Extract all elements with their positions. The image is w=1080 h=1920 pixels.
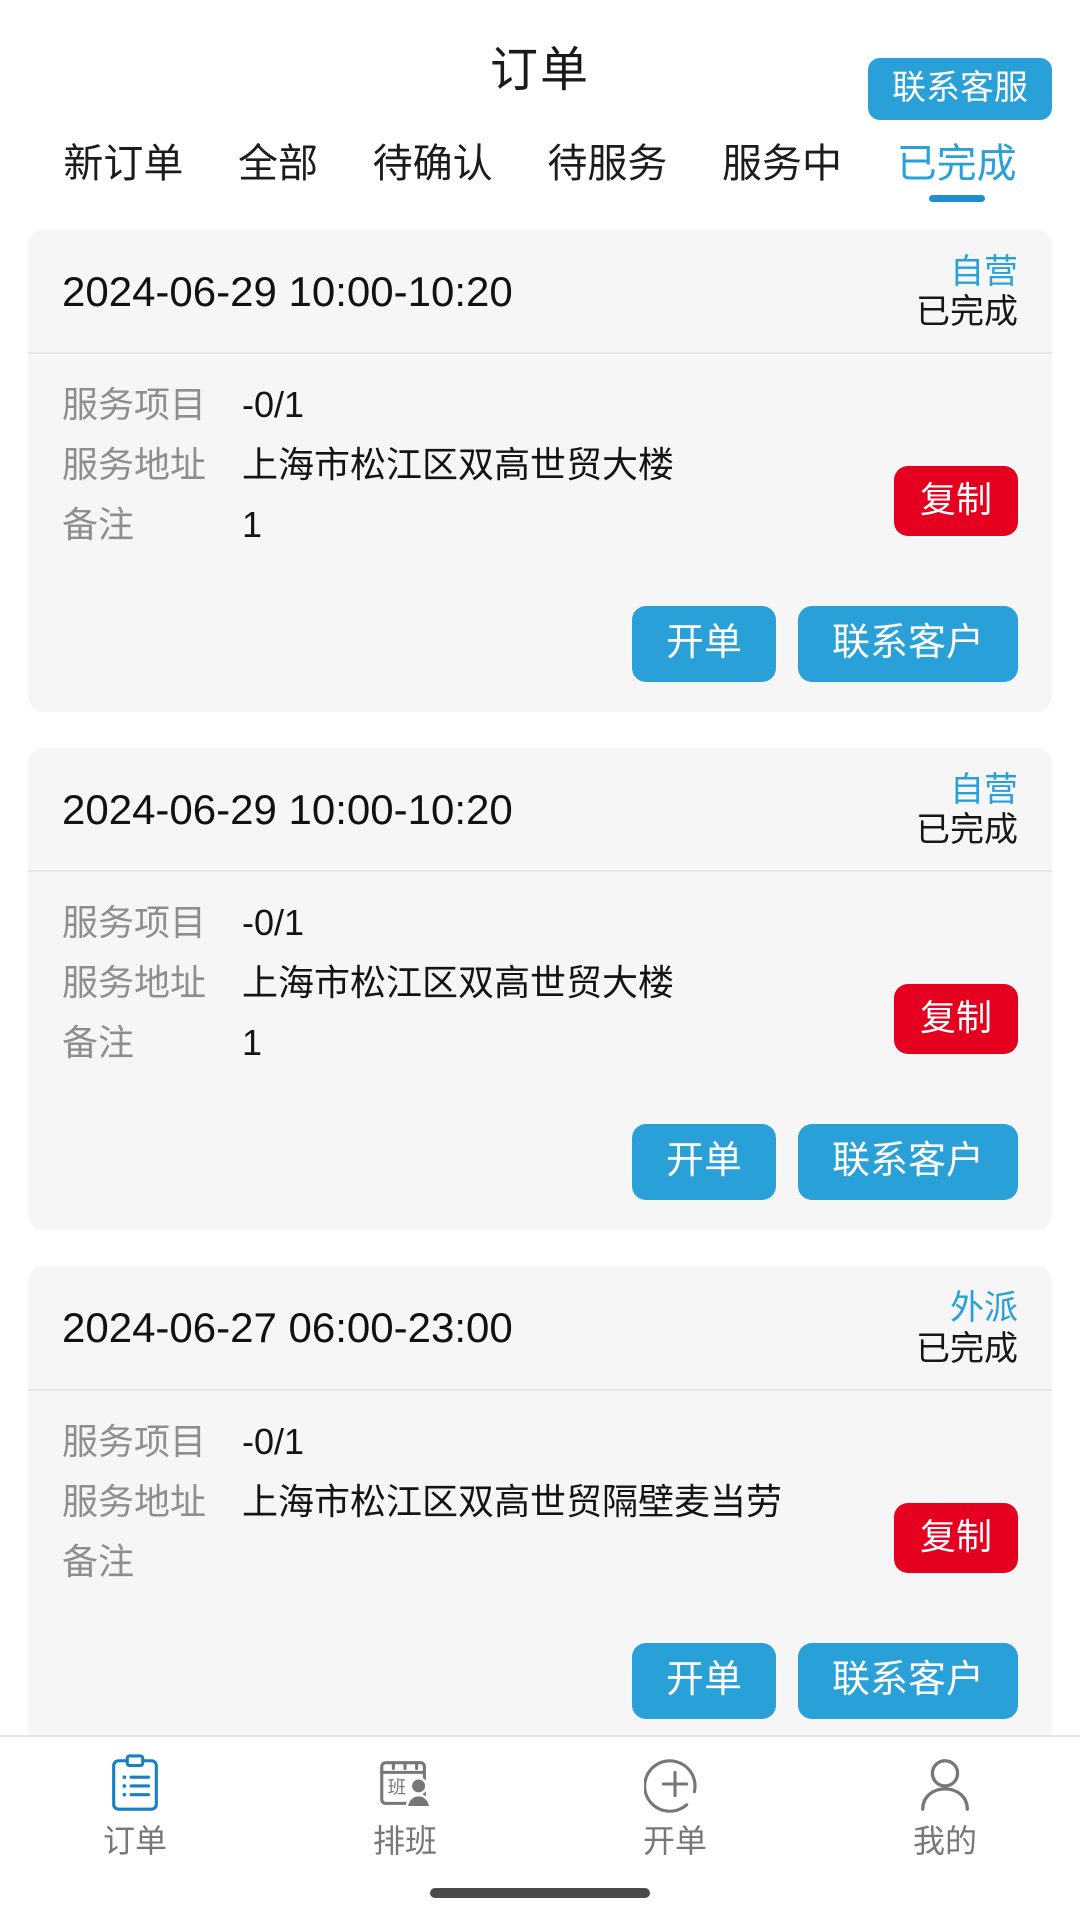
service-item-value: -0/1	[242, 384, 305, 426]
remark-label: 备注	[62, 1540, 135, 1582]
order-status-tabs: 新订单 全部 待确认 待服务 服务中 已完成	[0, 132, 1080, 230]
nav-item-2[interactable]: 开单	[540, 1753, 810, 1857]
remark-row: 备注 1	[62, 500, 1018, 550]
tab-4[interactable]: 服务中	[695, 132, 870, 184]
service-item-value: -0/1	[242, 1420, 305, 1462]
order-status-badge: 已完成	[916, 811, 1018, 850]
nav-item-label: 我的	[912, 1823, 977, 1859]
service-item-value: -0/1	[242, 902, 305, 944]
copy-address-button[interactable]: 复制	[893, 466, 1018, 537]
order-card-actions: 开单 联系客户	[28, 1100, 1052, 1230]
service-address-label: 服务地址	[62, 1480, 207, 1522]
contact-customer-button[interactable]: 联系客户	[797, 606, 1018, 683]
contact-service-button[interactable]: 联系客服	[868, 58, 1052, 120]
order-card-header: 2024-06-29 10:00-10:20 自营 已完成	[28, 230, 1052, 355]
tab-3[interactable]: 待服务	[520, 132, 695, 184]
order-status-badge: 已完成	[916, 1329, 1018, 1368]
tab-5[interactable]: 已完成	[869, 132, 1044, 184]
person-icon	[914, 1753, 976, 1815]
home-indicator	[430, 1888, 650, 1898]
order-meta: 自营 已完成	[916, 252, 1018, 332]
order-card[interactable]: 2024-06-29 10:00-10:20 自营 已完成 服务项目 -0/1 …	[28, 748, 1052, 1231]
order-card-body: 服务项目 -0/1 服务地址 上海市松江区双高世贸隔壁麦当劳 备注 复制	[28, 1391, 1052, 1619]
copy-address-button[interactable]: 复制	[893, 984, 1018, 1055]
contact-customer-button[interactable]: 联系客户	[797, 1642, 1018, 1719]
nav-item-label: 订单	[102, 1823, 167, 1859]
plus-circle-icon	[644, 1753, 706, 1815]
remark-label: 备注	[62, 504, 135, 546]
clipboard-list-icon	[104, 1753, 166, 1815]
service-address-row: 服务地址 上海市松江区双高世贸大楼	[62, 440, 1018, 490]
svg-text:班: 班	[388, 1777, 406, 1798]
nav-item-0[interactable]: 订单	[0, 1753, 270, 1857]
page-title: 订单	[489, 44, 590, 97]
nav-item-label: 排班	[372, 1823, 437, 1859]
remark-label: 备注	[62, 1022, 135, 1064]
tab-2[interactable]: 待确认	[345, 132, 520, 184]
service-item-label: 服务项目	[62, 384, 207, 426]
nav-item-3[interactable]: 我的	[810, 1753, 1080, 1857]
copy-address-button[interactable]: 复制	[893, 1502, 1018, 1573]
service-address-row: 服务地址 上海市松江区双高世贸大楼	[62, 958, 1018, 1008]
service-item-row: 服务项目 -0/1	[62, 898, 1018, 948]
service-item-label: 服务项目	[62, 1420, 207, 1462]
schedule-person-icon: 班	[374, 1753, 436, 1815]
contact-customer-button[interactable]: 联系客户	[797, 1124, 1018, 1201]
order-card[interactable]: 2024-06-29 10:00-10:20 自营 已完成 服务项目 -0/1 …	[28, 230, 1052, 713]
create-order-button[interactable]: 开单	[631, 1642, 776, 1719]
order-card-body: 服务项目 -0/1 服务地址 上海市松江区双高世贸大楼 备注 1 复制	[28, 354, 1052, 582]
service-item-row: 服务项目 -0/1	[62, 1417, 1018, 1467]
order-card-header: 2024-06-27 06:00-23:00 外派 已完成	[28, 1266, 1052, 1391]
order-card-actions: 开单 联系客户	[28, 1619, 1052, 1749]
nav-item-label: 开单	[642, 1823, 707, 1859]
order-list-screen: 订单 联系客服 新订单 全部 待确认 待服务 服务中 已完成 2024-06-29 10:…	[0, 0, 1080, 1920]
order-datetime: 2024-06-29 10:00-10:20	[62, 786, 513, 834]
create-order-button[interactable]: 开单	[631, 1124, 776, 1201]
order-meta: 外派 已完成	[916, 1288, 1018, 1368]
remark-row: 备注 1	[62, 1018, 1018, 1068]
order-datetime: 2024-06-27 06:00-23:00	[62, 1304, 513, 1352]
page-header: 订单 联系客服	[0, 0, 1080, 132]
order-channel-badge: 外派	[950, 1289, 1018, 1328]
order-card[interactable]: 2024-06-27 06:00-23:00 外派 已完成 服务项目 -0/1 …	[28, 1266, 1052, 1749]
service-address-label: 服务地址	[62, 444, 207, 486]
remark-row: 备注	[62, 1537, 1018, 1587]
nav-item-1[interactable]: 班 排班	[270, 1753, 540, 1857]
tab-0[interactable]: 新订单	[36, 132, 211, 184]
service-item-row: 服务项目 -0/1	[62, 380, 1018, 430]
order-card-list[interactable]: 2024-06-29 10:00-10:20 自营 已完成 服务项目 -0/1 …	[0, 230, 1080, 1920]
order-card-actions: 开单 联系客户	[28, 582, 1052, 712]
order-card-body: 服务项目 -0/1 服务地址 上海市松江区双高世贸大楼 备注 1 复制	[28, 872, 1052, 1100]
service-address-label: 服务地址	[62, 962, 207, 1004]
order-datetime: 2024-06-29 10:00-10:20	[62, 268, 513, 316]
create-order-button[interactable]: 开单	[631, 606, 776, 683]
order-channel-badge: 自营	[950, 253, 1018, 291]
tab-1[interactable]: 全部	[211, 132, 346, 184]
order-channel-badge: 自营	[950, 771, 1018, 810]
order-status-badge: 已完成	[916, 293, 1018, 332]
service-item-label: 服务项目	[62, 902, 207, 944]
service-address-row: 服务地址 上海市松江区双高世贸隔壁麦当劳	[62, 1477, 1018, 1527]
order-meta: 自营 已完成	[916, 770, 1018, 850]
order-card-header: 2024-06-29 10:00-10:20 自营 已完成	[28, 748, 1052, 873]
